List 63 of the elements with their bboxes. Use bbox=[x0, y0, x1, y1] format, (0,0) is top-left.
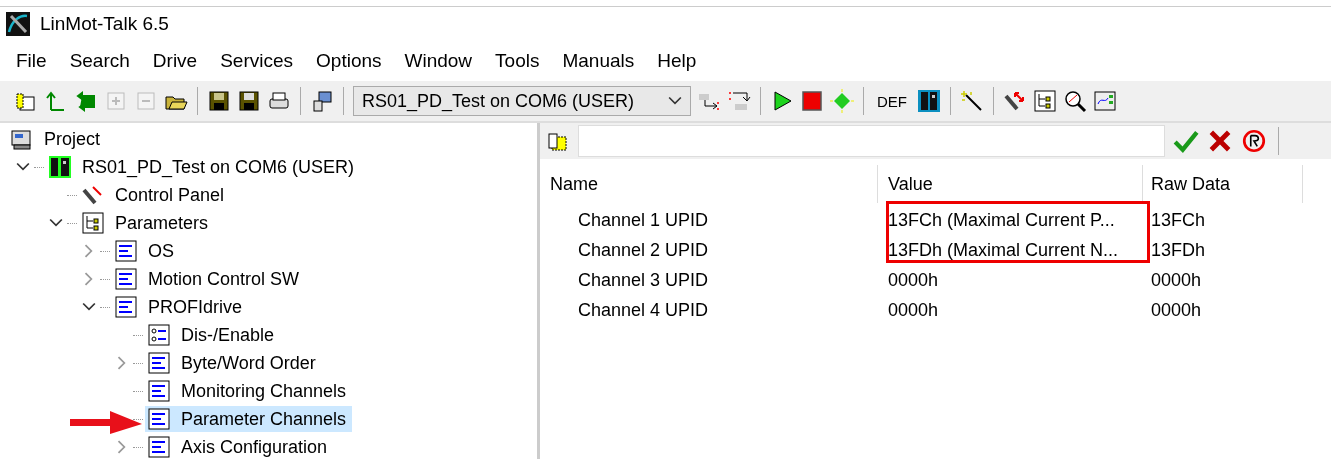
enable-icon bbox=[147, 323, 171, 347]
close-icon[interactable] bbox=[1207, 128, 1233, 154]
tree-item[interactable]: Axis Configuration bbox=[145, 434, 334, 460]
tree-item[interactable]: PROFIdrive bbox=[112, 294, 249, 320]
tree-item[interactable]: Byte/Word Order bbox=[145, 350, 322, 376]
column-header[interactable]: Value bbox=[878, 165, 1143, 203]
wand-icon[interactable] bbox=[960, 89, 984, 113]
table-cell-text: Channel 2 UPID bbox=[577, 239, 710, 261]
tree-item[interactable]: Project bbox=[8, 126, 107, 152]
menu-item[interactable]: Services bbox=[220, 50, 294, 72]
window-title: LinMot-Talk 6.5 bbox=[40, 13, 169, 35]
drive-select[interactable]: RS01_PD_Test on COM6 (USER) bbox=[353, 86, 691, 116]
menu-item[interactable]: Manuals bbox=[562, 50, 635, 72]
menu-item[interactable]: File bbox=[16, 50, 47, 72]
save-icon[interactable] bbox=[207, 89, 231, 113]
input-field[interactable] bbox=[578, 125, 1165, 157]
params-icon bbox=[81, 211, 105, 235]
table-cell-text: Channel 1 UPID bbox=[577, 209, 710, 231]
stop-icon[interactable] bbox=[800, 89, 824, 113]
menu-item[interactable]: Help bbox=[657, 50, 697, 72]
table-cell-text: 13FCh bbox=[1150, 209, 1207, 231]
table-cell-text: 0000h bbox=[1150, 269, 1203, 291]
menu-item[interactable]: Options bbox=[316, 50, 382, 72]
check-icon[interactable] bbox=[1173, 128, 1199, 154]
menu-item[interactable]: Drive bbox=[152, 50, 198, 72]
saveall-icon[interactable] bbox=[237, 89, 261, 113]
list-icon bbox=[114, 239, 138, 263]
defaults-button[interactable]: DEF bbox=[873, 92, 911, 110]
tree-item[interactable]: Dis-/Enable bbox=[145, 322, 281, 348]
table-cell-text: Channel 3 UPID bbox=[577, 269, 710, 291]
list-icon bbox=[147, 351, 171, 375]
column-header[interactable]: Raw Data bbox=[1143, 165, 1303, 203]
table-cell-text: 13FDh bbox=[1150, 239, 1207, 261]
table-cell-text: 0000h bbox=[887, 299, 940, 321]
panel-icon[interactable] bbox=[1093, 89, 1117, 113]
drive-icon bbox=[48, 155, 72, 179]
tree-item[interactable]: Parameters bbox=[79, 210, 215, 236]
table-cell-text: 13FCh (Maximal Current P... bbox=[887, 209, 1116, 231]
menu-item[interactable]: Window bbox=[404, 50, 473, 72]
tree-item[interactable]: Monitoring Channels bbox=[145, 378, 353, 404]
tree-item[interactable]: RS01_PD_Test on COM6 (USER) bbox=[46, 154, 361, 180]
list-icon bbox=[114, 267, 138, 291]
column-header[interactable]: Name bbox=[540, 165, 878, 203]
table-cell-text: 0000h bbox=[1150, 299, 1203, 321]
drive-icon[interactable] bbox=[917, 89, 941, 113]
list-icon bbox=[147, 379, 171, 403]
project-icon bbox=[10, 127, 34, 151]
table-cell-text: Channel 4 UPID bbox=[577, 299, 710, 321]
tree-item[interactable]: Motion Control SW bbox=[112, 266, 306, 292]
table-cell-text: 13FDh (Maximal Current N... bbox=[887, 239, 1120, 261]
tree-item[interactable]: Control Panel bbox=[79, 182, 231, 208]
list-icon bbox=[147, 407, 171, 431]
list-icon bbox=[114, 295, 138, 319]
tree-icon[interactable] bbox=[1033, 89, 1057, 113]
table-cell-text: 0000h bbox=[887, 269, 940, 291]
refresh-icon[interactable] bbox=[1241, 128, 1267, 154]
app-logo-icon bbox=[6, 12, 30, 36]
menu-item[interactable]: Tools bbox=[495, 50, 540, 72]
chevron-down-icon bbox=[668, 96, 682, 106]
menu-item[interactable]: Search bbox=[69, 50, 130, 72]
scope-icon[interactable] bbox=[1063, 89, 1087, 113]
tree-item[interactable]: Parameter Channels bbox=[145, 406, 353, 432]
tree-item[interactable]: OS bbox=[112, 238, 180, 264]
